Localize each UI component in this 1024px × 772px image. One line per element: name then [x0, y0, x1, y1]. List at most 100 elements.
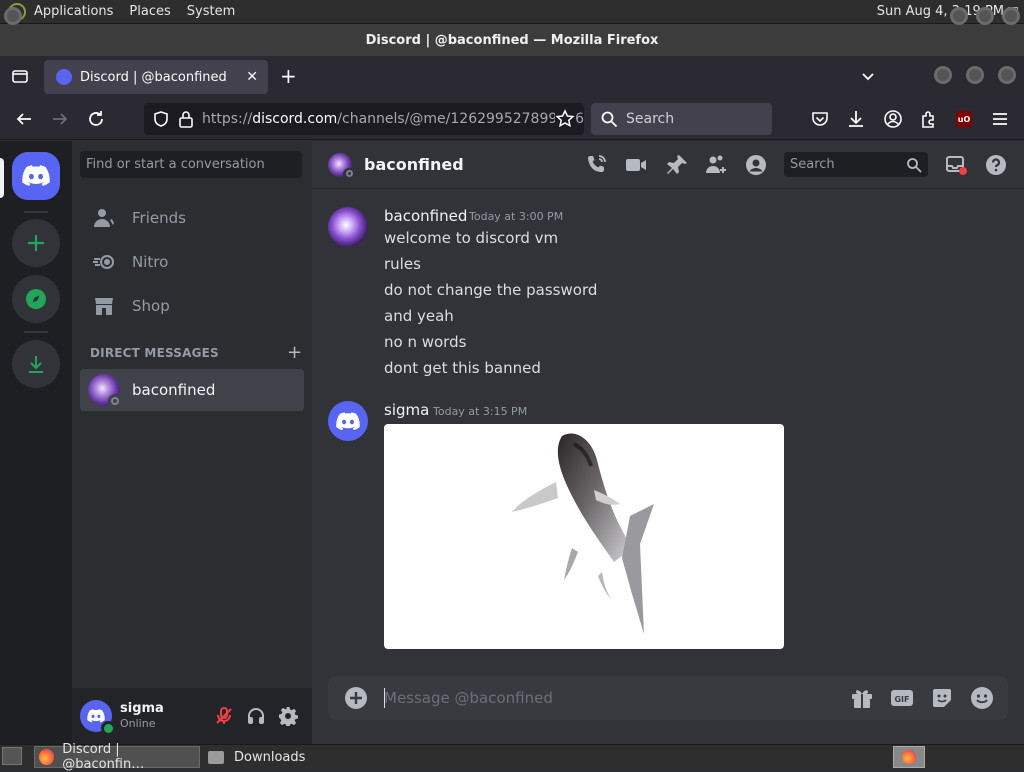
explore-servers-button[interactable] — [12, 275, 60, 323]
search-icon — [906, 157, 922, 173]
channel-avatar — [328, 152, 355, 180]
message-avatar[interactable] — [328, 207, 368, 247]
emoji-icon[interactable] — [970, 686, 994, 710]
lock-icon[interactable] — [178, 110, 194, 128]
pinned-messages-icon[interactable] — [665, 153, 689, 177]
window-titlebar: Discord | @baconfined — Mozilla Firefox — [0, 24, 1024, 56]
user-panel: sigma Online — [72, 688, 312, 744]
gift-icon[interactable] — [850, 686, 874, 710]
help-icon[interactable] — [984, 153, 1008, 177]
user-avatar[interactable] — [80, 700, 115, 735]
discord-logo-icon — [87, 709, 105, 723]
user-status: Online — [120, 717, 156, 730]
new-tab-icon[interactable]: + — [280, 64, 297, 88]
friends-icon — [92, 206, 116, 230]
message-text: dont get this banned — [384, 359, 541, 377]
close-window-icon[interactable] — [1002, 7, 1020, 25]
nav-item-shop[interactable]: Shop — [80, 285, 304, 327]
applications-menu[interactable]: Applications — [34, 4, 113, 19]
show-desktop-icon[interactable] — [2, 747, 22, 765]
back-icon[interactable] — [14, 109, 34, 129]
close-tab-icon[interactable]: ✕ — [246, 69, 258, 85]
message-text: do not change the password — [384, 281, 598, 299]
nav-item-friends[interactable]: Friends — [80, 197, 304, 239]
add-server-button[interactable] — [12, 219, 60, 267]
window-title: Discord | @baconfined — Mozilla Firefox — [365, 32, 659, 48]
system-menu[interactable]: System — [187, 4, 235, 19]
voice-call-icon[interactable] — [584, 153, 608, 177]
url-domain: discord.com — [252, 111, 338, 127]
image-attachment[interactable] — [384, 424, 784, 649]
tab-overview-icon[interactable] — [10, 66, 30, 86]
message-author[interactable]: sigma — [384, 401, 429, 419]
nav-label: Nitro — [132, 253, 169, 271]
taskbar-item-downloads[interactable]: Downloads — [204, 746, 370, 768]
workspace-switcher[interactable] — [893, 746, 925, 768]
dm-item-baconfined[interactable]: baconfined — [80, 369, 304, 411]
message-text: and yeah — [384, 307, 454, 325]
taskbar-item-firefox[interactable]: Discord | @baconfin… — [34, 742, 200, 772]
upload-attachment-icon[interactable] — [344, 686, 368, 710]
channel-name: baconfined — [364, 155, 464, 174]
sticker-icon[interactable] — [930, 686, 954, 710]
nav-label: Friends — [132, 209, 186, 227]
hamburger-menu-icon[interactable] — [990, 109, 1010, 129]
nav-item-nitro[interactable]: Nitro — [80, 241, 304, 283]
muted-microphone-icon[interactable] — [214, 706, 234, 726]
folder-icon — [208, 750, 224, 764]
user-name: sigma — [120, 701, 164, 716]
message-text: rules — [384, 255, 421, 273]
create-dm-icon[interactable]: + — [287, 342, 302, 363]
tabbar-minimize-icon[interactable] — [934, 66, 952, 84]
gif-icon[interactable]: GIF — [890, 686, 914, 710]
download-apps-button[interactable] — [12, 340, 60, 388]
top-panel: Applications Places System Sun Aug 4, 3:… — [0, 0, 1024, 24]
message-input[interactable] — [384, 676, 824, 720]
firefox-icon — [902, 750, 916, 764]
reload-icon[interactable] — [86, 109, 106, 129]
video-call-icon[interactable] — [624, 153, 648, 177]
svg-text:GIF: GIF — [894, 695, 909, 704]
maximize-icon[interactable] — [976, 7, 994, 25]
bookmark-star-icon[interactable] — [555, 109, 575, 129]
taskbar-item-label: Downloads — [234, 749, 306, 765]
browser-tab[interactable]: Discord | @baconfined ✕ — [44, 60, 268, 94]
dm-item-name: baconfined — [132, 381, 216, 399]
headphones-icon[interactable] — [246, 706, 266, 726]
nav-label: Shop — [132, 297, 170, 315]
rail-divider — [24, 331, 48, 333]
nitro-icon — [92, 250, 116, 274]
shark-image — [512, 433, 654, 634]
direct-messages-title: DIRECT MESSAGES — [90, 346, 219, 360]
list-tabs-icon[interactable] — [860, 68, 876, 84]
browser-search-box[interactable]: Search — [591, 103, 772, 135]
inbox-icon[interactable] — [944, 153, 968, 177]
ublock-origin-icon[interactable]: uO — [956, 111, 972, 127]
tracking-shield-icon[interactable] — [152, 110, 170, 128]
settings-gear-icon[interactable] — [278, 706, 298, 726]
pocket-icon[interactable] — [810, 109, 830, 129]
url-bar[interactable]: https://discord.com/channels/@me/1262995… — [144, 103, 584, 135]
minimize-icon[interactable] — [950, 7, 968, 25]
taskbar: Discord | @baconfin… Downloads — [0, 742, 1024, 772]
tabbar-maximize-icon[interactable] — [966, 66, 984, 84]
message-avatar[interactable] — [328, 401, 368, 441]
direct-messages-home-button[interactable] — [12, 152, 60, 200]
downloads-icon[interactable] — [846, 109, 866, 129]
tabbar-close-icon[interactable] — [998, 66, 1016, 84]
chat-search-box[interactable]: Search — [784, 152, 928, 177]
plus-icon — [28, 235, 44, 251]
add-friends-to-dm-icon[interactable] — [704, 153, 728, 177]
account-icon[interactable] — [883, 109, 903, 129]
extensions-icon[interactable] — [919, 109, 939, 129]
forward-icon[interactable] — [50, 109, 70, 129]
compass-icon — [26, 289, 46, 309]
window-menu-icon[interactable] — [4, 7, 22, 25]
download-icon — [29, 356, 43, 373]
message-author[interactable]: baconfined — [384, 207, 467, 225]
places-menu[interactable]: Places — [129, 4, 170, 19]
find-conversation-button[interactable]: Find or start a conversation — [80, 151, 302, 178]
selected-pill — [0, 158, 4, 198]
user-profile-icon[interactable] — [744, 153, 768, 177]
url-prefix: https:// — [202, 111, 253, 127]
